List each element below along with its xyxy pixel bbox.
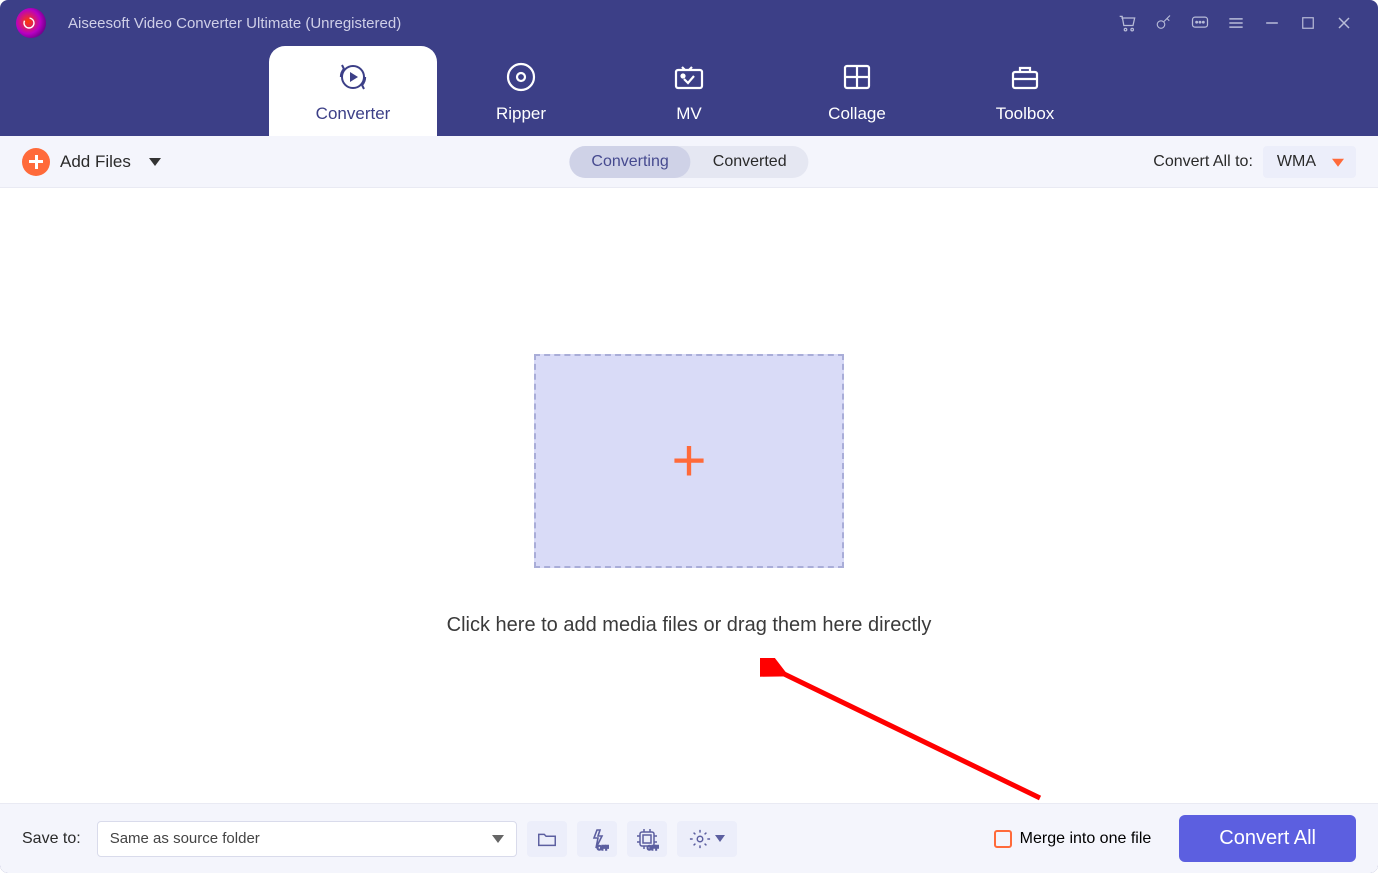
convert-all-to: Convert All to: WMA — [1153, 146, 1356, 178]
tab-toolbox[interactable]: Toolbox — [941, 46, 1109, 136]
cart-icon[interactable] — [1110, 7, 1146, 39]
checkbox-icon — [994, 830, 1012, 848]
toolbox-icon — [1008, 58, 1042, 96]
add-plus-icon: + — [671, 431, 706, 491]
output-format-select[interactable]: WMA — [1263, 146, 1356, 178]
save-to-value: Same as source folder — [110, 830, 260, 847]
chevron-down-icon — [715, 835, 725, 842]
gpu-accel-button[interactable]: OFF — [627, 821, 667, 857]
app-window: Aiseesoft Video Converter Ultimate (Unre… — [0, 0, 1378, 873]
collage-icon — [840, 58, 874, 96]
add-files-label: Add Files — [60, 152, 131, 172]
convert-all-to-label: Convert All to: — [1153, 153, 1253, 171]
footer: Save to: Same as source folder OFF OFF M… — [0, 803, 1378, 873]
tab-mv[interactable]: MV — [605, 46, 773, 136]
merge-checkbox[interactable]: Merge into one file — [994, 830, 1152, 848]
merge-label: Merge into one file — [1020, 830, 1152, 848]
open-folder-button[interactable] — [527, 821, 567, 857]
save-to-label: Save to: — [22, 830, 81, 848]
chevron-down-icon — [149, 158, 161, 166]
menu-icon[interactable] — [1218, 7, 1254, 39]
save-to-select[interactable]: Same as source folder — [97, 821, 517, 857]
tab-converter[interactable]: Converter — [269, 46, 437, 136]
add-files-button[interactable]: Add Files — [22, 148, 161, 176]
tab-label: Toolbox — [996, 104, 1055, 124]
settings-button[interactable] — [677, 821, 737, 857]
arrow-annotation — [760, 658, 1060, 818]
app-title: Aiseesoft Video Converter Ultimate (Unre… — [68, 15, 401, 32]
stage: + Click here to add media files or drag … — [0, 188, 1378, 803]
convert-all-button[interactable]: Convert All — [1179, 815, 1356, 862]
close-button[interactable] — [1326, 7, 1362, 39]
high-speed-button[interactable]: OFF — [577, 821, 617, 857]
titlebar: Aiseesoft Video Converter Ultimate (Unre… — [0, 0, 1378, 46]
tab-collage[interactable]: Collage — [773, 46, 941, 136]
svg-text:OFF: OFF — [647, 846, 659, 851]
maximize-button[interactable] — [1290, 7, 1326, 39]
tab-label: Converter — [316, 104, 391, 124]
mv-icon — [672, 58, 706, 96]
converting-tab[interactable]: Converting — [569, 146, 690, 178]
converter-icon — [335, 58, 371, 96]
chevron-down-icon — [492, 835, 504, 843]
main-tabstrip: Converter Ripper MV Collage Toolbox — [0, 46, 1378, 136]
ripper-icon — [504, 58, 538, 96]
feedback-icon[interactable] — [1182, 7, 1218, 39]
tab-label: MV — [676, 104, 702, 124]
tab-label: Collage — [828, 104, 886, 124]
dropzone[interactable]: + — [534, 354, 844, 568]
minimize-button[interactable] — [1254, 7, 1290, 39]
conversion-status-toggle: Converting Converted — [569, 146, 808, 178]
dropzone-caption: Click here to add media files or drag th… — [447, 614, 932, 637]
svg-text:OFF: OFF — [597, 846, 609, 851]
key-icon[interactable] — [1146, 7, 1182, 39]
app-logo — [16, 8, 46, 38]
tab-ripper[interactable]: Ripper — [437, 46, 605, 136]
toolbar: Add Files Converting Converted Convert A… — [0, 136, 1378, 188]
converted-tab[interactable]: Converted — [691, 146, 809, 178]
plus-icon — [22, 148, 50, 176]
tab-label: Ripper — [496, 104, 546, 124]
